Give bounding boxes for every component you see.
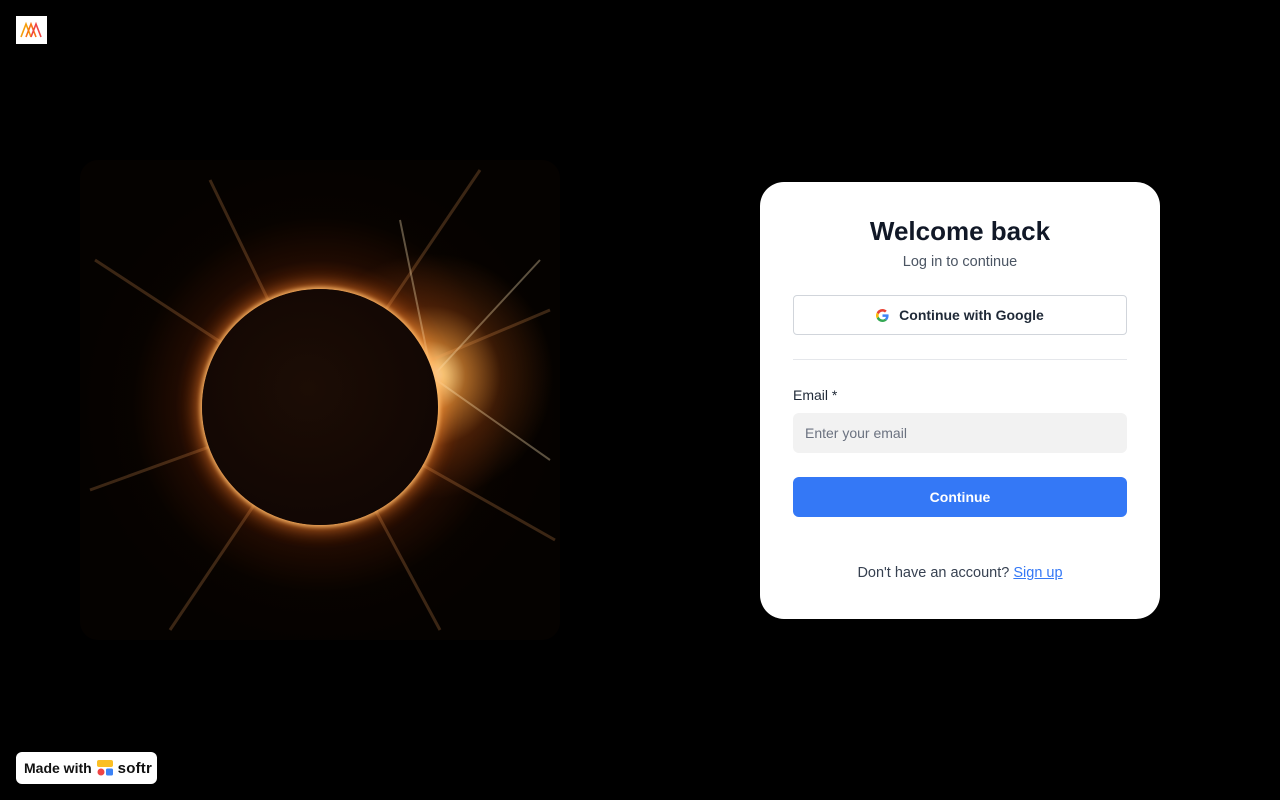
- made-with-softr-badge[interactable]: Made with softr: [16, 752, 157, 784]
- google-login-button[interactable]: Continue with Google: [793, 295, 1127, 335]
- made-with-text: Made with: [24, 760, 92, 776]
- softr-logo-icon: [96, 760, 113, 776]
- eclipse-moon: [202, 289, 438, 525]
- signup-prompt-text: Don't have an account?: [857, 565, 1010, 581]
- email-label: Email *: [793, 386, 1127, 404]
- email-input[interactable]: [793, 413, 1127, 453]
- google-icon: [876, 308, 889, 322]
- login-subtitle: Log in to continue: [902, 254, 1018, 270]
- softr-brand: softr: [117, 759, 153, 777]
- email-label-text: Email: [793, 387, 829, 403]
- continue-button[interactable]: Continue: [793, 477, 1127, 517]
- login-card: Welcome back Log in to continue Continue…: [760, 182, 1160, 619]
- eclipse-image: [80, 160, 560, 640]
- signup-link[interactable]: Sign up: [1013, 565, 1062, 581]
- login-title: Welcome back: [869, 216, 1051, 246]
- mountains-logo-icon: [20, 22, 42, 38]
- required-mark: *: [831, 387, 838, 403]
- divider: [793, 359, 1127, 360]
- signup-prompt: Don't have an account? Sign up: [793, 565, 1127, 581]
- google-button-label: Continue with Google: [899, 307, 1044, 323]
- app-logo[interactable]: [16, 16, 47, 44]
